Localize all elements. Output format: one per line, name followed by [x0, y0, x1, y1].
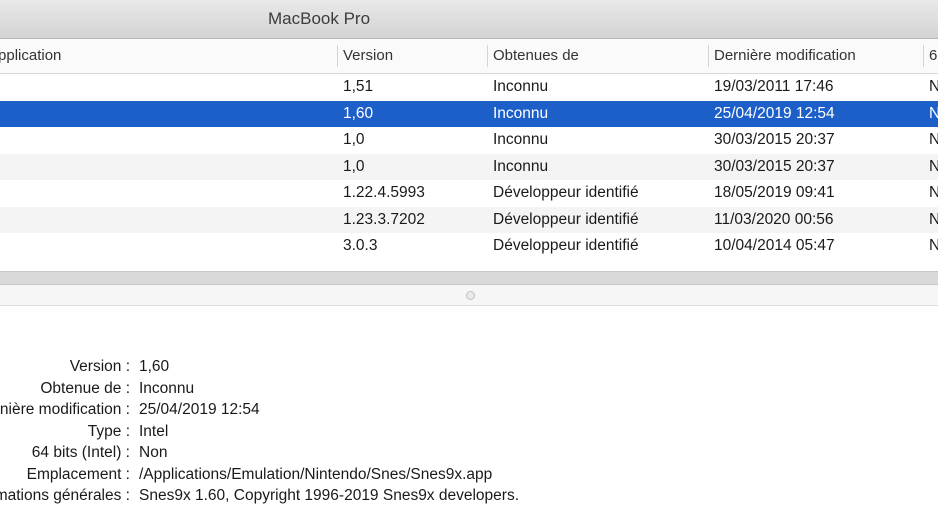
detail-value: Inconnu: [139, 379, 195, 397]
detail-row: Dernière modification : 25/04/2019 12:54: [0, 399, 938, 421]
detail-value: 25/04/2019 12:54: [139, 401, 260, 418]
detail-value: 1,60: [139, 358, 170, 375]
row-64bit: N: [929, 237, 938, 254]
row-source: Développeur identifié: [493, 210, 639, 228]
row-modified: 30/03/2015 20:37: [714, 131, 835, 148]
detail-value: Intel: [139, 422, 169, 440]
column-separator[interactable]: [487, 45, 488, 67]
row-64bit: N: [929, 78, 938, 95]
detail-row: Informations générales : Snes9x 1.60, Co…: [0, 485, 938, 507]
detail-row: Version : 1,60: [0, 356, 938, 378]
row-modified: 25/04/2019 12:54: [714, 104, 835, 122]
row-name: r: [0, 127, 6, 154]
row-name: S: [0, 101, 6, 128]
row-modified: 10/04/2014 05:47: [714, 237, 835, 254]
row-modified: 30/03/2015 20:37: [714, 157, 835, 175]
split-view-divider[interactable]: [0, 285, 938, 306]
row-version: 1,0: [343, 131, 365, 148]
table-header: Application Version Obtenues de Dernière…: [0, 39, 938, 74]
detail-label: Informations générales :: [0, 487, 130, 504]
row-modified: 11/03/2020 00:56: [714, 210, 834, 228]
row-source: Développeur identifié: [493, 184, 639, 201]
table-row[interactable]: S 1.22.4.5993 Développeur identifié 18/0…: [0, 180, 938, 207]
detail-row: Obtenue de : Inconnu: [0, 378, 938, 400]
row-version: 3.0.3: [343, 237, 378, 254]
detail-row: Emplacement : /Applications/Emulation/Ni…: [0, 464, 938, 486]
table-row[interactable]: S 1.23.3.7202 Développeur identifié 11/0…: [0, 206, 938, 234]
row-source: Développeur identifié: [493, 237, 639, 254]
table-row[interactable]: r 1,0 Inconnu 30/03/2015 20:37 N: [0, 153, 938, 181]
detail-row: Type : Intel: [0, 421, 938, 443]
row-name: S: [0, 74, 6, 101]
column-separator[interactable]: [923, 45, 924, 67]
column-header-64bit[interactable]: 6: [929, 39, 938, 73]
detail-value: Non: [139, 444, 168, 461]
row-name: r: [0, 154, 6, 181]
detail-value: /Applications/Emulation/Nintendo/Snes/Sn…: [139, 465, 493, 483]
row-version: 1,60: [343, 104, 374, 122]
table-row[interactable]: S 3.0.3 Développeur identifié 10/04/2014…: [0, 233, 938, 260]
details-panel: Version : 1,60 Obtenue de : Inconnu Dern…: [0, 356, 938, 507]
window-title: MacBook Pro: [268, 9, 371, 28]
row-name: S: [0, 207, 6, 234]
row-source: Inconnu: [493, 78, 549, 95]
row-source: Inconnu: [493, 157, 549, 175]
column-separator[interactable]: [708, 45, 709, 67]
row-64bit: N: [929, 131, 938, 148]
column-header-application[interactable]: Application: [0, 39, 318, 73]
row-64bit: N: [929, 184, 938, 201]
row-modified: 18/05/2019 09:41: [714, 184, 835, 201]
row-version: 1.23.3.7202: [343, 210, 425, 228]
row-64bit: N: [929, 210, 938, 228]
table-row-selected[interactable]: S 1,60 Inconnu 25/04/2019 12:54 N: [0, 100, 938, 128]
detail-label: Type :: [87, 422, 130, 440]
detail-label: Emplacement :: [26, 465, 130, 483]
column-separator[interactable]: [337, 45, 338, 67]
divider-handle-icon[interactable]: [466, 291, 475, 300]
row-version: 1.22.4.5993: [343, 184, 425, 201]
detail-row: 64 bits (Intel) : Non: [0, 442, 938, 464]
row-name: S: [0, 233, 6, 260]
detail-label: Version :: [69, 358, 130, 375]
row-version: 1,0: [343, 157, 365, 175]
row-64bit: N: [929, 157, 938, 175]
row-version: 1,51: [343, 78, 374, 95]
detail-label: Obtenue de :: [40, 379, 130, 397]
table-row[interactable]: S 1,51 Inconnu 19/03/2011 17:46 N: [0, 74, 938, 101]
detail-label: Dernière modification :: [0, 401, 130, 418]
row-name: S: [0, 180, 6, 207]
horizontal-scrollbar[interactable]: [0, 271, 938, 285]
column-header-source[interactable]: Obtenues de: [493, 39, 703, 73]
row-64bit: N: [929, 104, 938, 122]
window-titlebar[interactable]: MacBook Pro: [0, 0, 938, 39]
column-header-modified[interactable]: Dernière modification: [714, 39, 919, 73]
application-table: S 1,51 Inconnu 19/03/2011 17:46 N S 1,60…: [0, 74, 938, 260]
detail-value: Snes9x 1.60, Copyright 1996-2019 Snes9x …: [139, 487, 519, 504]
row-source: Inconnu: [493, 104, 549, 122]
row-modified: 19/03/2011 17:46: [714, 78, 834, 95]
table-row[interactable]: r 1,0 Inconnu 30/03/2015 20:37 N: [0, 127, 938, 154]
column-header-version[interactable]: Version: [343, 39, 483, 73]
detail-label: 64 bits (Intel) :: [31, 444, 130, 461]
row-source: Inconnu: [493, 131, 549, 148]
